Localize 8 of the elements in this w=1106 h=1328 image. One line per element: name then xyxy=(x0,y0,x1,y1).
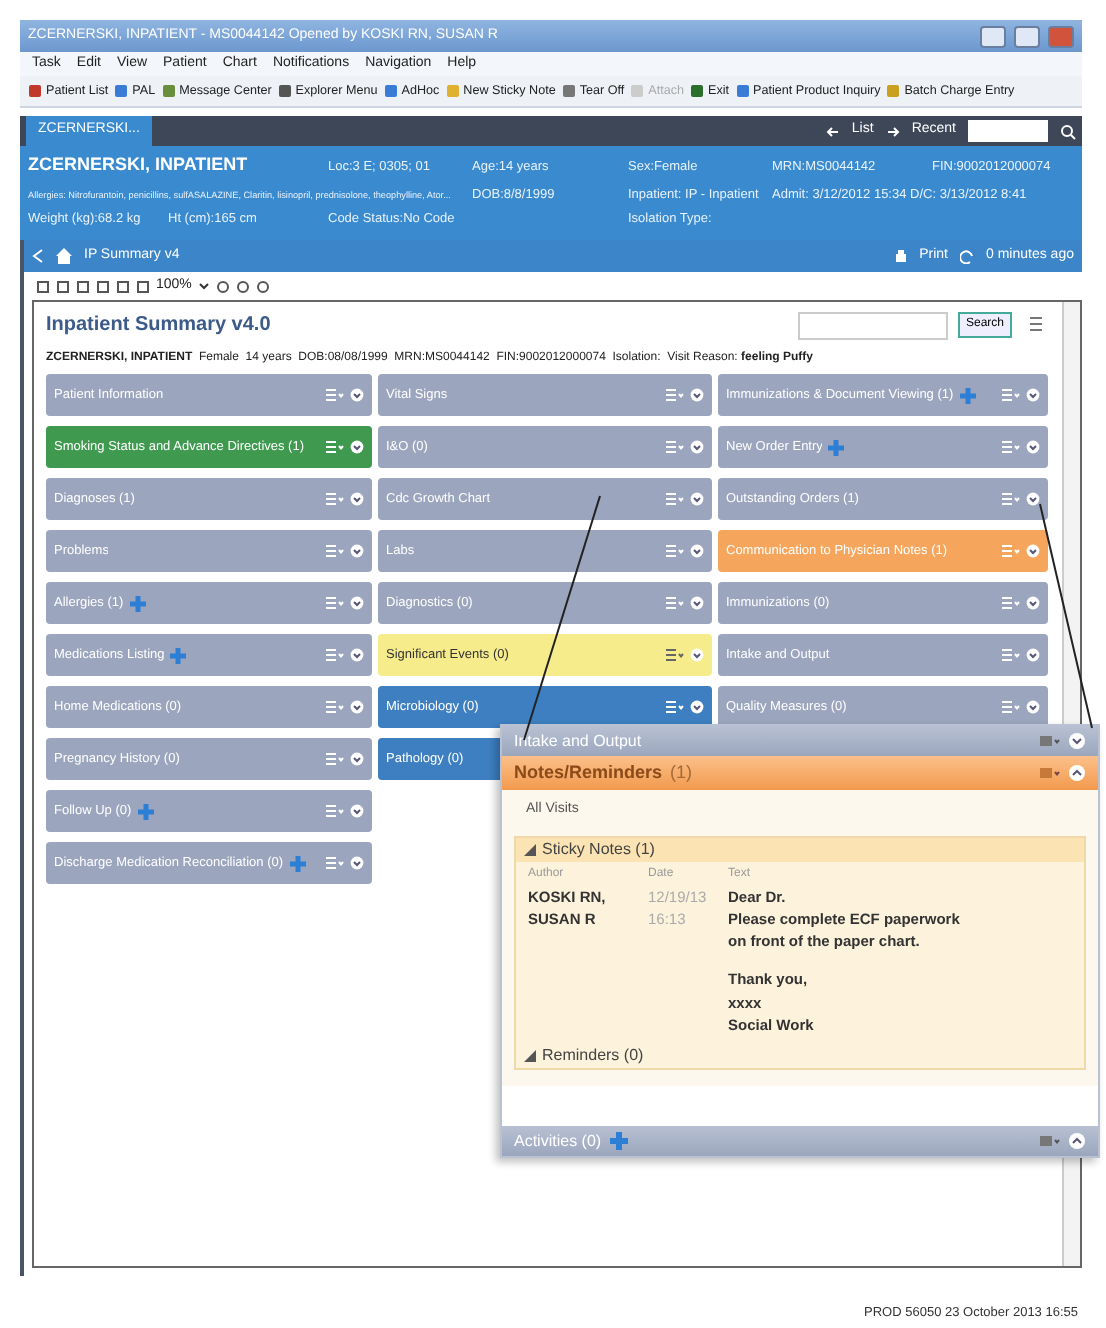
section-title: Activities (0) xyxy=(514,1129,602,1153)
section-title: Notes/Reminders xyxy=(514,759,663,786)
summary-title: Inpatient Summary v4.0 xyxy=(46,312,271,340)
section-title: Intake and Output xyxy=(514,729,644,753)
count-text: (1) xyxy=(670,759,693,786)
section-title: Sticky Notes (1) xyxy=(542,837,655,861)
banner-text: ZCERNERSKI, INPATIENT xyxy=(28,152,250,178)
section-title: Reminders (0) xyxy=(542,1044,644,1068)
